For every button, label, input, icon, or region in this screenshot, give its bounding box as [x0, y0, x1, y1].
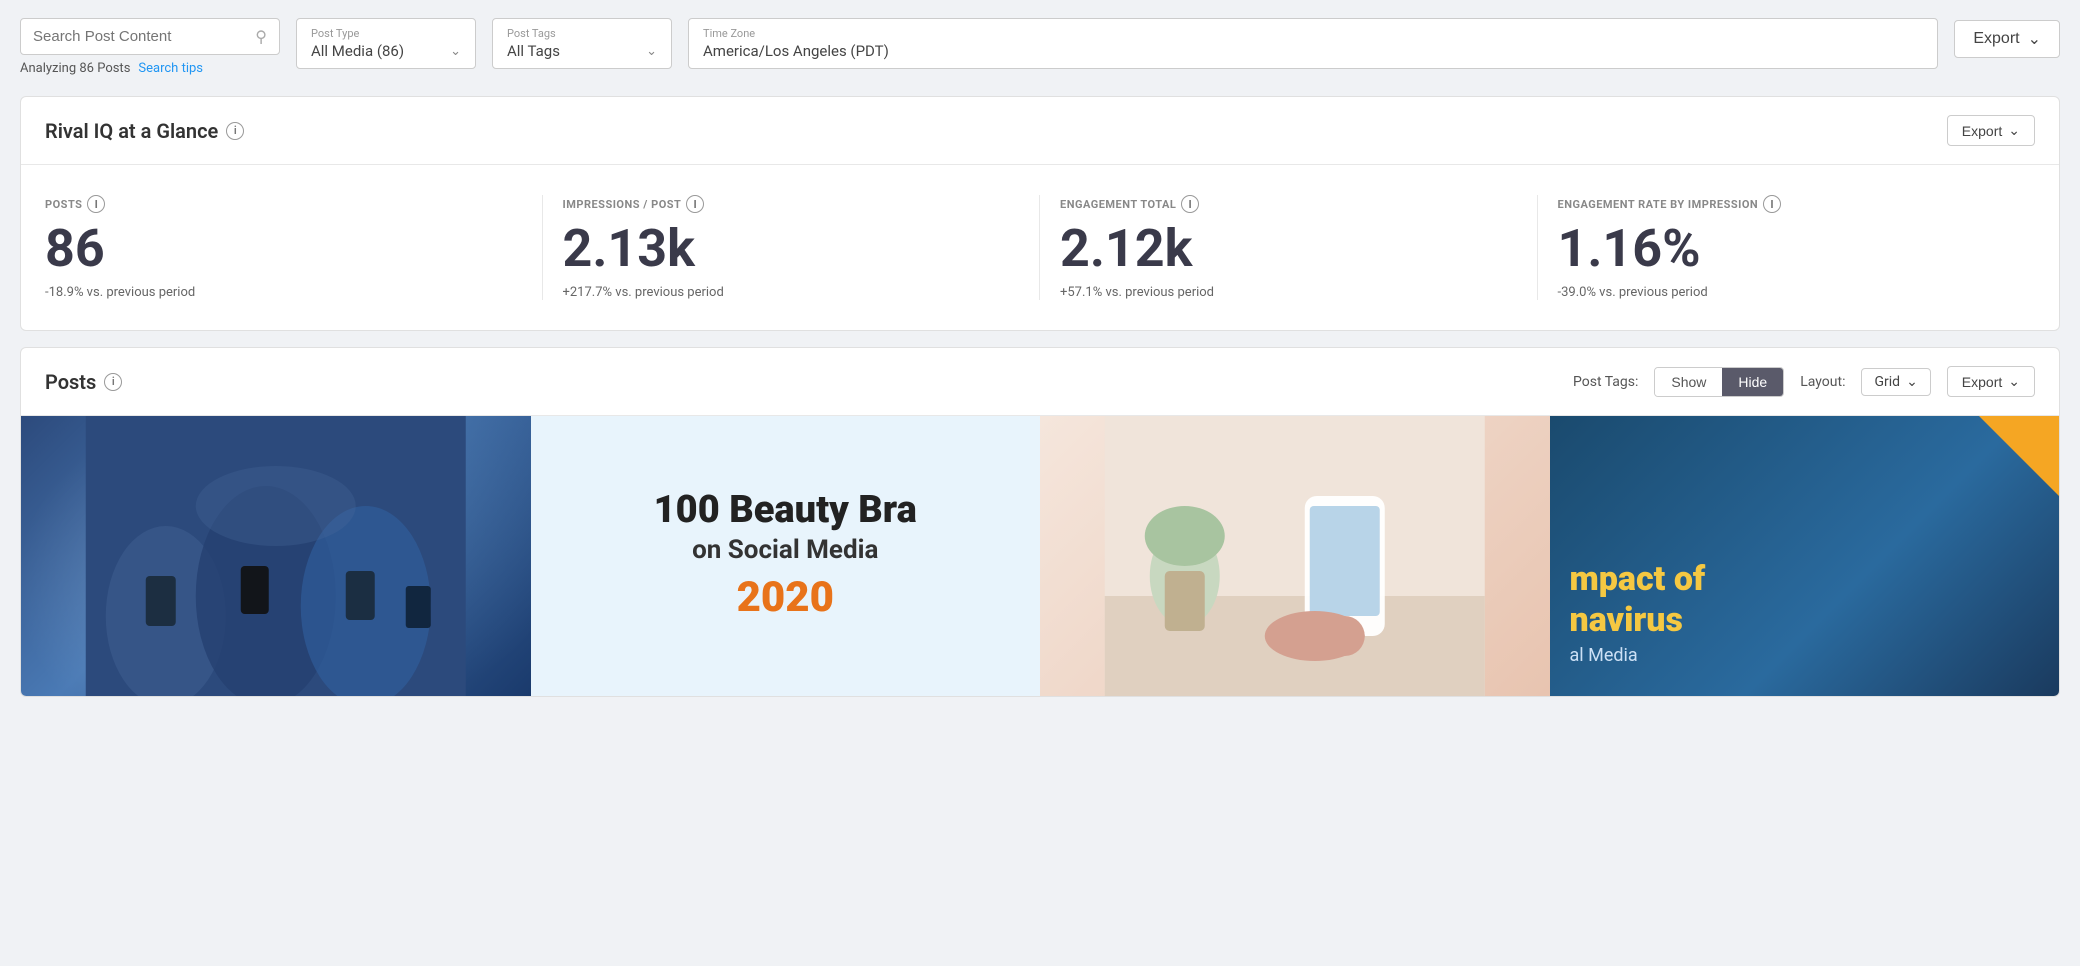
stat-engagement-rate: ENGAGEMENT RATE BY IMPRESSION i 1.16% -3…: [1538, 195, 2036, 300]
layout-dropdown[interactable]: Grid ⌄: [1861, 368, 1930, 396]
post-card-3[interactable]: [1040, 416, 1550, 696]
stat-posts-value: 86: [45, 223, 522, 275]
posts-card: Posts i Post Tags: Show Hide Layout: Gri…: [20, 347, 2060, 697]
stats-grid: POSTS i 86 -18.9% vs. previous period IM…: [21, 165, 2059, 330]
search-tips-link[interactable]: Search tips: [138, 61, 203, 76]
post2-text-line1: 100 Beauty Bra: [654, 490, 917, 532]
export-main-button[interactable]: Export ⌄: [1954, 20, 2060, 58]
timezone-label: Time Zone: [703, 27, 1923, 40]
stat-posts-change: -18.9% vs. previous period: [45, 285, 522, 300]
layout-label: Layout:: [1800, 374, 1845, 390]
glance-card: Rival IQ at a Glance i Export ⌄ POSTS i …: [20, 96, 2060, 331]
glance-title: Rival IQ at a Glance i: [45, 119, 244, 143]
top-bar: ⚲ Analyzing 86 Posts Search tips Post Ty…: [0, 0, 2080, 86]
post-type-chevron-icon: ⌄: [450, 44, 461, 59]
post4-line3: al Media: [1570, 645, 2040, 666]
post-image-2: 100 Beauty Bra on Social Media 2020: [531, 416, 1041, 696]
post-card-2[interactable]: 100 Beauty Bra on Social Media 2020: [531, 416, 1041, 696]
search-box: ⚲: [20, 18, 280, 55]
stat-impressions-change: +217.7% vs. previous period: [563, 285, 1020, 300]
glance-card-header: Rival IQ at a Glance i Export ⌄: [21, 97, 2059, 165]
search-meta: Analyzing 86 Posts Search tips: [20, 61, 280, 76]
timezone-dropdown[interactable]: Time Zone America/Los Angeles (PDT): [688, 18, 1938, 69]
stat-impressions-info-icon[interactable]: i: [686, 195, 704, 213]
show-toggle-button[interactable]: Show: [1655, 368, 1722, 396]
post-card-4[interactable]: mpact of navirus al Media: [1550, 416, 2060, 696]
stat-posts-label: POSTS i: [45, 195, 522, 213]
layout-chevron-icon: ⌄: [1906, 374, 1918, 390]
stat-engagement-total-change: +57.1% vs. previous period: [1060, 285, 1517, 300]
post-image-1: [21, 416, 531, 696]
stat-engagement-total: ENGAGEMENT TOTAL i 2.12k +57.1% vs. prev…: [1040, 195, 1538, 300]
post-card-1[interactable]: [21, 416, 531, 696]
posts-header: Posts i Post Tags: Show Hide Layout: Gri…: [21, 348, 2059, 415]
main-content: Rival IQ at a Glance i Export ⌄ POSTS i …: [0, 86, 2080, 717]
stat-engagement-total-label: ENGAGEMENT TOTAL i: [1060, 195, 1517, 213]
post-tags-value: All Tags ⌄: [507, 42, 657, 60]
post-type-label: Post Type: [311, 27, 461, 40]
posts-grid: 100 Beauty Bra on Social Media 2020: [21, 415, 2059, 696]
search-input[interactable]: [33, 28, 247, 45]
post2-year: 2020: [737, 573, 834, 622]
search-wrapper: ⚲ Analyzing 86 Posts Search tips: [20, 18, 280, 76]
post-tags-label: Post Tags: [507, 27, 657, 40]
post4-line2: navirus: [1570, 600, 2040, 641]
export-chevron-icon: ⌄: [2028, 29, 2041, 49]
stat-engagement-total-info-icon[interactable]: i: [1181, 195, 1199, 213]
search-icon: ⚲: [255, 27, 267, 46]
post-image-3: [1040, 416, 1550, 696]
post2-text-line2: on Social Media: [692, 535, 878, 565]
glance-export-chevron-icon: ⌄: [2008, 122, 2020, 139]
post4-corner-decoration: [1979, 416, 2059, 496]
stat-engagement-rate-change: -39.0% vs. previous period: [1558, 285, 2016, 300]
stat-engagement-rate-value: 1.16%: [1558, 223, 2016, 275]
post-type-value: All Media (86) ⌄: [311, 42, 461, 60]
stat-engagement-rate-label: ENGAGEMENT RATE BY IMPRESSION i: [1558, 195, 2016, 213]
stat-engagement-total-value: 2.12k: [1060, 223, 1517, 275]
stat-impressions: IMPRESSIONS / POST i 2.13k +217.7% vs. p…: [543, 195, 1041, 300]
glance-export-button[interactable]: Export ⌄: [1947, 115, 2035, 146]
post-tags-chevron-icon: ⌄: [646, 44, 657, 59]
post-type-dropdown[interactable]: Post Type All Media (86) ⌄: [296, 18, 476, 69]
hide-toggle-button[interactable]: Hide: [1722, 368, 1783, 396]
posts-export-chevron-icon: ⌄: [2008, 373, 2020, 390]
post4-line1: mpact of: [1570, 559, 2040, 600]
posts-info-icon[interactable]: i: [104, 373, 122, 391]
post-tags-control-label: Post Tags:: [1573, 374, 1638, 390]
posts-controls: Post Tags: Show Hide Layout: Grid ⌄ Expo…: [1573, 366, 2035, 397]
post-image-4: mpact of navirus al Media: [1550, 416, 2060, 696]
stat-engagement-rate-info-icon[interactable]: i: [1763, 195, 1781, 213]
analyzing-text: Analyzing 86 Posts: [20, 61, 130, 76]
posts-title: Posts i: [45, 370, 122, 394]
post-tags-toggle-group: Show Hide: [1654, 367, 1784, 397]
stat-impressions-label: IMPRESSIONS / POST i: [563, 195, 1020, 213]
post-tags-dropdown[interactable]: Post Tags All Tags ⌄: [492, 18, 672, 69]
stat-posts: POSTS i 86 -18.9% vs. previous period: [45, 195, 543, 300]
stat-impressions-value: 2.13k: [563, 223, 1020, 275]
post4-text: mpact of navirus al Media: [1570, 559, 2040, 666]
stat-posts-info-icon[interactable]: i: [87, 195, 105, 213]
glance-info-icon[interactable]: i: [226, 122, 244, 140]
posts-export-button[interactable]: Export ⌄: [1947, 366, 2035, 397]
timezone-value: America/Los Angeles (PDT): [703, 42, 1923, 60]
